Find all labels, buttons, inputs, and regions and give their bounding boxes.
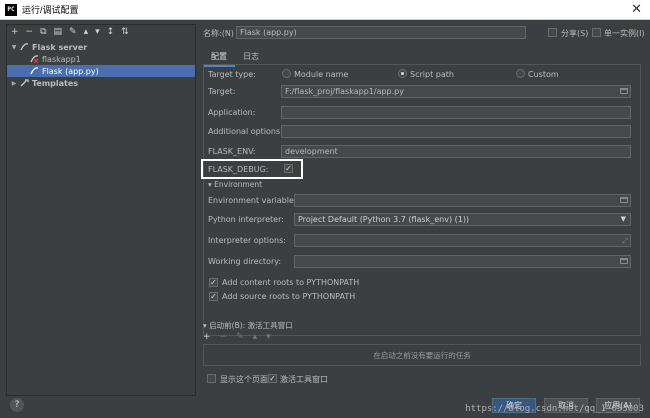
single-instance-label: 单一实例(I): [604, 29, 645, 38]
python-interpreter-value: Project Default (Python 3.7 (flask_env) …: [298, 215, 470, 224]
env-vars-input[interactable]: [294, 194, 631, 207]
tree-group-flask-server[interactable]: ▼ Flask server: [7, 41, 195, 53]
target-type-label: Target type:: [208, 70, 256, 79]
tree-group-label: Flask server: [32, 42, 88, 52]
name-label: 名称:(N): [203, 29, 234, 38]
move-down-icon[interactable]: ▾: [266, 332, 271, 342]
tree-toolbar: + − ⧉ ▤ ✎ ▴ ▾ ↕ ⇅: [7, 25, 195, 39]
environment-section-toggle[interactable]: ▾ Environment: [208, 180, 262, 189]
flask-env-input[interactable]: development: [281, 145, 631, 158]
sort-icon[interactable]: ⇅: [121, 27, 129, 37]
browse-folder-icon[interactable]: [620, 197, 628, 203]
env-vars-label: Environment variables:: [208, 196, 301, 205]
config-tree: ▼ Flask server flaskapp1 Flask (app.py) …: [7, 41, 195, 89]
interpreter-options-label: Interpreter options:: [208, 236, 286, 245]
flask-icon: [29, 67, 39, 75]
target-label: Target:: [208, 87, 236, 96]
tree-item-label: flaskapp1: [42, 54, 81, 64]
browse-folder-icon[interactable]: [620, 258, 628, 264]
flask-icon: [19, 43, 29, 51]
activate-tool-window-label: 激活工具窗口: [280, 375, 328, 384]
application-label: Application:: [208, 108, 256, 117]
move-down-icon[interactable]: ▾: [95, 27, 100, 37]
wrench-icon: [19, 79, 29, 87]
no-tasks-message: 在启动之前没有要运行的任务: [373, 350, 471, 360]
browse-folder-icon[interactable]: [620, 88, 628, 94]
show-page-checkbox[interactable]: [207, 374, 216, 383]
radio-module-name[interactable]: [282, 69, 291, 78]
collapsed-arrow-icon[interactable]: ▶: [9, 80, 19, 87]
python-interpreter-select[interactable]: Project Default (Python 3.7 (flask_env) …: [294, 213, 631, 226]
radio-custom[interactable]: [516, 69, 525, 78]
environment-section-title: Environment: [214, 180, 263, 189]
working-directory-label: Working directory:: [208, 257, 282, 266]
add-source-roots-checkbox[interactable]: ✓: [209, 292, 218, 301]
before-launch-toggle[interactable]: ▾ 启动前(B): 激活工具窗口: [203, 320, 293, 331]
tree-item-label: Flask (app.py): [42, 66, 99, 76]
working-directory-input[interactable]: [294, 255, 631, 268]
share-checkbox[interactable]: [548, 28, 557, 37]
radio-script-path-label: Script path: [410, 70, 454, 79]
tree-group-templates[interactable]: ▶ Templates: [7, 77, 195, 89]
tree-item-flaskapp1[interactable]: flaskapp1: [7, 53, 195, 65]
run-config-tree-panel: + − ⧉ ▤ ✎ ▴ ▾ ↕ ⇅ ▼ Flask server flaskap…: [6, 24, 196, 396]
remove-config-icon[interactable]: −: [26, 27, 34, 37]
edit-task-icon[interactable]: ✎: [236, 332, 244, 342]
watermark: https://blog.csdn.net/qq_1_053003: [465, 404, 644, 414]
share-label: 分享(S): [561, 29, 589, 38]
config-editor-panel: 名称:(N) Flask (app.py) 分享(S) 单一实例(I) 配置 日…: [200, 24, 645, 396]
target-input[interactable]: F:/flask_proj/flaskapp1/app.py: [281, 85, 631, 98]
tree-group-label: Templates: [32, 78, 79, 88]
move-up-icon[interactable]: ▴: [84, 27, 89, 37]
before-launch-toolbar: + − ✎ ▴ ▾: [203, 332, 271, 342]
add-content-roots-checkbox[interactable]: ✓: [209, 278, 218, 287]
radio-custom-label: Custom: [528, 70, 559, 79]
add-source-roots-label: Add source roots to PYTHONPATH: [222, 292, 356, 301]
additional-options-input[interactable]: [281, 125, 631, 138]
add-task-icon[interactable]: +: [203, 332, 211, 342]
name-input[interactable]: Flask (app.py): [236, 26, 526, 39]
window-title: 运行/调试配置: [22, 5, 79, 15]
help-button[interactable]: ?: [10, 398, 24, 412]
expand-field-icon[interactable]: ⤢: [622, 236, 628, 246]
flask-error-icon: [29, 55, 39, 63]
tree-item-flask-app-py[interactable]: Flask (app.py): [7, 65, 195, 77]
radio-script-path[interactable]: [398, 69, 407, 78]
show-page-label: 显示这个页面: [220, 375, 268, 384]
python-interpreter-label: Python interpreter:: [208, 215, 284, 224]
save-config-icon[interactable]: ▤: [54, 27, 63, 37]
radio-module-name-label: Module name: [294, 70, 349, 79]
remove-task-icon[interactable]: −: [220, 332, 228, 342]
edit-defaults-icon[interactable]: ✎: [69, 27, 77, 37]
single-instance-checkbox[interactable]: [592, 28, 601, 37]
folder-icon[interactable]: ↕: [107, 27, 115, 37]
interpreter-options-input[interactable]: ⤢: [294, 234, 631, 247]
target-value: F:/flask_proj/flaskapp1/app.py: [285, 87, 404, 96]
add-config-icon[interactable]: +: [11, 27, 19, 37]
dialog-button-bar: ? 确定 取消 应用(A) https://blog.csdn.net/qq_1…: [0, 396, 650, 418]
before-launch-task-list: 在启动之前没有要运行的任务: [203, 344, 641, 366]
add-content-roots-label: Add content roots to PYTHONPATH: [222, 278, 360, 287]
highlight-annotation: [201, 159, 303, 179]
before-launch-title: 启动前(B): 激活工具窗口: [209, 321, 293, 330]
dropdown-arrow-icon: ▼: [620, 215, 626, 223]
expand-arrow-icon[interactable]: ▼: [9, 44, 19, 51]
activate-tool-window-checkbox[interactable]: ✓: [268, 374, 277, 383]
pycharm-logo-icon: PC: [5, 3, 17, 16]
additional-options-label: Additional options:: [208, 127, 283, 136]
close-icon[interactable]: ✕: [631, 2, 642, 17]
flask-env-label: FLASK_ENV:: [208, 147, 256, 156]
application-input[interactable]: [281, 106, 631, 119]
copy-config-icon[interactable]: ⧉: [40, 27, 46, 37]
title-bar: PC 运行/调试配置 ✕: [0, 0, 650, 20]
move-up-icon[interactable]: ▴: [253, 332, 258, 342]
